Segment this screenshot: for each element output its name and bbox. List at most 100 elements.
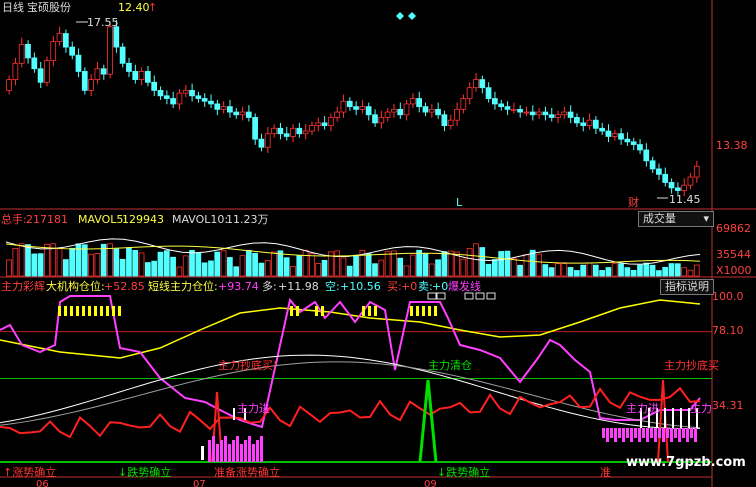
- volume-bar: [157, 251, 164, 277]
- volume-bar: [460, 258, 467, 277]
- candle-body: [618, 133, 624, 140]
- date-tick-2: 07: [193, 479, 206, 487]
- enter-bar: [224, 436, 227, 462]
- volume-bar: [674, 263, 681, 277]
- volume-bar: [132, 250, 139, 277]
- candle-body: [409, 98, 416, 105]
- candle-body: [466, 87, 473, 99]
- volume-bar: [126, 247, 132, 277]
- candle-body: [290, 127, 296, 137]
- mavol5-label: MAVOL5:: [78, 213, 128, 226]
- candle-body: [239, 111, 246, 116]
- candle-body: [574, 117, 580, 124]
- burst-label: 爆发线: [448, 280, 481, 293]
- volume-total-label: 总手:: [1, 213, 27, 226]
- enter-bar: [666, 428, 669, 438]
- volume-bar: [391, 250, 397, 277]
- candle-body: [668, 182, 675, 189]
- signal-box: [436, 292, 446, 300]
- candle-body: [378, 117, 385, 124]
- candle-body: [220, 106, 227, 110]
- annotation-enter-1: 主力进: [237, 402, 270, 415]
- enter-bar: [252, 444, 255, 462]
- white-signal-bar: [664, 408, 666, 428]
- kong-label: 空:: [325, 280, 340, 293]
- volume-bar: [416, 249, 423, 277]
- candle-body: [611, 133, 618, 137]
- candle-body: [62, 33, 69, 48]
- signal-stripe: [296, 306, 299, 316]
- enter-bar: [642, 428, 645, 438]
- volume-bar: [220, 250, 227, 277]
- signal-stripe: [428, 306, 431, 316]
- candle-body: [416, 98, 423, 108]
- volume-bar: [504, 250, 511, 277]
- watermark: www.7gpzb.com: [626, 455, 746, 470]
- annotation-bottom-buy-2: 主力抄底买: [664, 359, 719, 372]
- candle-body: [88, 79, 94, 91]
- candle-body: [555, 114, 561, 118]
- candle-body: [340, 100, 347, 113]
- volume-axis-tick-1: 69862: [716, 222, 751, 235]
- candle-body: [25, 43, 31, 59]
- signal-stripe: [362, 306, 365, 316]
- candle-body: [365, 106, 372, 116]
- volume-bar: [523, 254, 530, 277]
- volume-bar: [315, 263, 322, 277]
- candle-body: [277, 127, 284, 135]
- indicator-dropdown[interactable]: 成交量 ▾: [638, 211, 714, 227]
- mavol5-value: 129943: [122, 213, 164, 226]
- volume-bar: [25, 244, 31, 277]
- volume-bar: [290, 266, 296, 277]
- candle-body: [144, 71, 151, 83]
- candle-body: [479, 79, 486, 89]
- inst-label: 大机构仓位:: [46, 280, 105, 293]
- indicator-help-button[interactable]: 指标说明: [660, 279, 714, 295]
- volume-bar: [182, 255, 189, 277]
- signal-stripe: [416, 306, 419, 316]
- candle-body: [422, 106, 429, 113]
- volume-bar: [643, 262, 650, 277]
- enter-bar: [630, 428, 633, 442]
- enter-bar: [260, 436, 263, 462]
- candle-body: [624, 138, 631, 143]
- trend-down-1: ↓跌势确立: [118, 466, 172, 479]
- enter-bar: [678, 428, 681, 442]
- volume-bar: [485, 263, 492, 277]
- candle-body: [100, 68, 107, 75]
- candle-body: [649, 160, 656, 170]
- volume-bar: [144, 262, 151, 277]
- candle-body: [157, 90, 164, 97]
- volume-bar: [56, 248, 63, 277]
- candle-body: [523, 111, 530, 114]
- candle-body: [214, 103, 221, 110]
- candle-body: [296, 127, 303, 135]
- buy-label: 买:: [387, 280, 402, 293]
- volume-bar: [252, 252, 258, 277]
- volume-bar: [170, 256, 176, 277]
- candle-body: [637, 144, 643, 151]
- volume-bar: [681, 267, 687, 277]
- volume-bar: [195, 252, 202, 277]
- candle-body: [605, 130, 612, 137]
- candle-body: [132, 71, 139, 80]
- candle-body: [50, 41, 57, 62]
- volume-bar: [271, 251, 277, 277]
- annotation-clear: 主力清仓: [428, 359, 472, 372]
- volume-bar: [586, 262, 593, 277]
- enter-bar: [690, 428, 693, 438]
- volume-bar: [649, 264, 656, 277]
- signal-stripe: [434, 306, 437, 316]
- candle-body: [504, 106, 511, 110]
- signal-stripe: [112, 306, 115, 316]
- buy-value: +0: [401, 280, 418, 293]
- enter-bar: [686, 428, 689, 442]
- indicator-axis-100: 100.0: [712, 290, 744, 303]
- candle-body: [592, 119, 599, 129]
- volume-bar: [214, 251, 221, 277]
- candle-body: [94, 68, 101, 80]
- signal-stripe: [76, 306, 79, 316]
- indicator-axis-78: 78.10: [712, 324, 744, 337]
- volume-bar: [491, 259, 498, 277]
- enter-bar: [602, 428, 605, 438]
